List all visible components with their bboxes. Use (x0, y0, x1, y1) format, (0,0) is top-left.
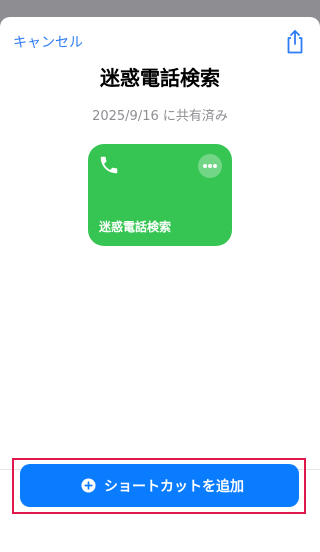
phone-icon (100, 156, 118, 174)
more-options-button[interactable] (198, 154, 222, 178)
shortcut-title: 迷惑電話検索 (100, 66, 220, 90)
share-button[interactable] (284, 29, 306, 55)
shared-date-text: 2025/9/16 に共有済み (92, 109, 228, 124)
shortcut-tile[interactable]: 迷惑電話検索 (88, 144, 232, 246)
more-dot-icon (213, 164, 217, 168)
plus-circle-icon (81, 478, 96, 493)
more-dot-icon (203, 164, 207, 168)
share-icon (287, 30, 303, 54)
more-dot-icon (208, 164, 212, 168)
cancel-button[interactable]: キャンセル (13, 32, 83, 52)
add-shortcut-button[interactable]: ショートカットを追加 (20, 464, 299, 507)
add-shortcut-label: ショートカットを追加 (104, 479, 244, 495)
shortcut-tile-label: 迷惑電話検索 (99, 220, 172, 234)
